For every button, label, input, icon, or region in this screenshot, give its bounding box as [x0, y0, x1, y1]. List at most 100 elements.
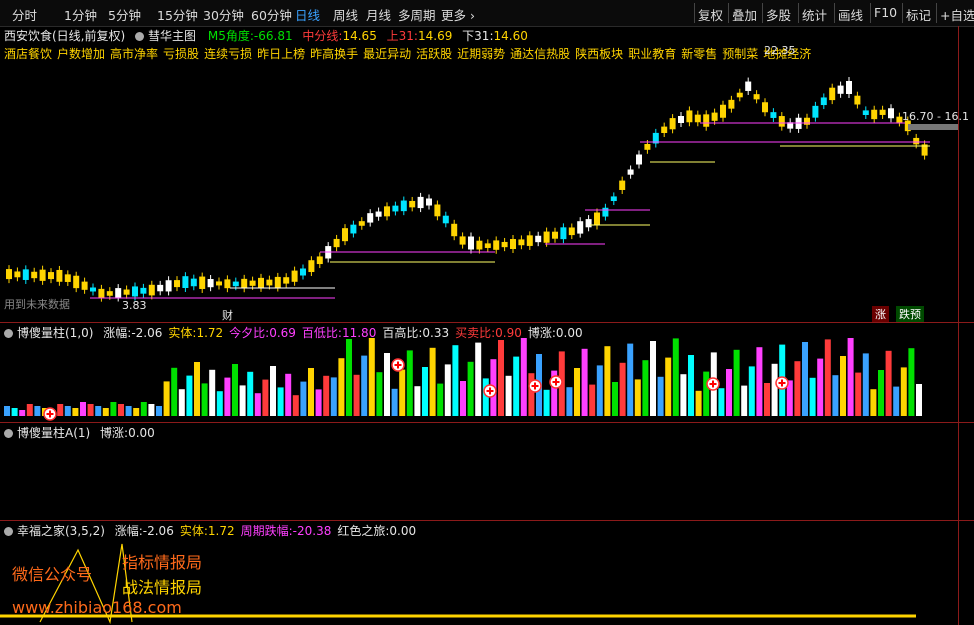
candle-body: [274, 276, 281, 288]
volume-bar: [414, 386, 421, 416]
candle-body: [678, 116, 684, 123]
volume-bar: [201, 383, 208, 416]
volume-bar: [353, 374, 360, 416]
toolbar-button[interactable]: 多股: [766, 5, 791, 24]
volume-bar: [604, 346, 611, 416]
toolbar-button[interactable]: +自选: [940, 5, 974, 24]
candle-body: [291, 270, 298, 282]
volume-bar: [870, 389, 877, 416]
toolbar-button[interactable]: 叠加: [732, 5, 757, 24]
candle-body: [720, 104, 726, 118]
volume-bar: [11, 408, 18, 416]
volume-bar: [391, 388, 398, 416]
volume-bar: [429, 347, 436, 416]
volume-bar: [475, 342, 482, 416]
peak-price-label: 22.35: [764, 44, 796, 57]
toolbar-button[interactable]: F10: [874, 5, 897, 20]
toolbar-button[interactable]: 复权: [698, 5, 723, 24]
candle-body: [862, 110, 869, 115]
toolbar-separator: [762, 3, 763, 23]
yuce-badge: 跌预: [896, 306, 924, 322]
candle-body: [174, 280, 180, 288]
candle-body: [115, 288, 122, 298]
divider: [0, 422, 974, 423]
period-tab[interactable]: 1分钟: [64, 5, 97, 24]
gear-icon[interactable]: [4, 527, 13, 536]
volume-bar-chart[interactable]: [0, 338, 974, 422]
period-tab[interactable]: 多周期: [398, 5, 436, 24]
period-tab[interactable]: 周线: [333, 5, 358, 24]
period-tab[interactable]: 15分钟: [157, 5, 198, 24]
candle-body: [249, 280, 256, 286]
divider: [0, 520, 974, 521]
period-tab[interactable]: 5分钟: [108, 5, 141, 24]
volume-bar: [330, 377, 337, 416]
candle-body: [686, 110, 693, 123]
volume-bar: [239, 385, 246, 416]
gear-icon[interactable]: [4, 329, 13, 338]
volume-bar: [916, 384, 922, 416]
toolbar-button[interactable]: 统计: [802, 5, 827, 24]
volume-bar: [368, 338, 375, 416]
period-tab[interactable]: 60分钟: [251, 5, 292, 24]
candlestick-chart[interactable]: [0, 26, 974, 322]
cai-marker: 财: [222, 309, 233, 322]
candle-body: [123, 289, 130, 295]
candle-body: [350, 224, 357, 234]
volume-bar: [847, 338, 854, 416]
candle-body: [459, 236, 466, 245]
volume-bar: [292, 395, 299, 416]
candle-body: [426, 198, 432, 206]
toolbar-button[interactable]: 画线: [838, 5, 863, 24]
toolbar-separator: [694, 3, 695, 23]
candle-body: [745, 81, 752, 91]
volume-bar: [118, 404, 124, 416]
candle-body: [232, 281, 239, 287]
volume-bar: [672, 338, 679, 416]
divider: [0, 322, 974, 323]
candle-body: [266, 279, 273, 286]
indicator-field-label: 博涨:: [100, 426, 129, 440]
volume-bar: [764, 383, 770, 416]
candle-body: [526, 235, 533, 246]
period-tab[interactable]: 30分钟: [203, 5, 244, 24]
volume-bar: [893, 386, 900, 416]
volume-bar: [102, 408, 109, 416]
volume-bar: [748, 366, 755, 416]
volume-bar: [855, 372, 862, 416]
volume-bar: [460, 381, 466, 416]
candle-body: [703, 114, 710, 127]
toolbar-button[interactable]: 标记: [906, 5, 931, 24]
candle-body: [888, 108, 894, 119]
candle-body: [518, 239, 525, 246]
toolbar-separator: [902, 3, 903, 23]
period-tab[interactable]: 更多 ›: [441, 5, 475, 24]
candle-body: [484, 243, 491, 248]
volume-bar: [95, 406, 102, 416]
volume-bar: [323, 375, 330, 416]
watermark-line2: 战法情报局: [122, 578, 203, 597]
period-tab[interactable]: 月线: [366, 5, 391, 24]
ind2-name[interactable]: 博傻量柱A(1): [17, 426, 90, 440]
volume-bar: [627, 343, 634, 416]
volume-bar: [680, 374, 687, 416]
volume-bar: [209, 369, 216, 416]
price-axis-marker: [908, 124, 958, 130]
volume-bar: [650, 341, 656, 416]
volume-bar: [498, 340, 504, 416]
candle-body: [6, 269, 12, 280]
volume-bar: [300, 381, 307, 416]
volume-bar: [26, 404, 33, 416]
gear-icon[interactable]: [4, 429, 13, 438]
candle-body: [510, 239, 516, 249]
watermark-url: www.zhibiao168.com: [12, 598, 182, 617]
watermark-line1: 指标情报局: [122, 553, 203, 572]
candle-body: [283, 277, 290, 284]
candle-body: [728, 99, 735, 109]
candle-body: [216, 281, 222, 286]
candle-body: [442, 215, 449, 224]
candle-body: [661, 126, 668, 133]
volume-bar: [64, 406, 71, 416]
period-tab[interactable]: 日线: [295, 5, 320, 24]
period-tab[interactable]: 分时: [12, 5, 37, 24]
